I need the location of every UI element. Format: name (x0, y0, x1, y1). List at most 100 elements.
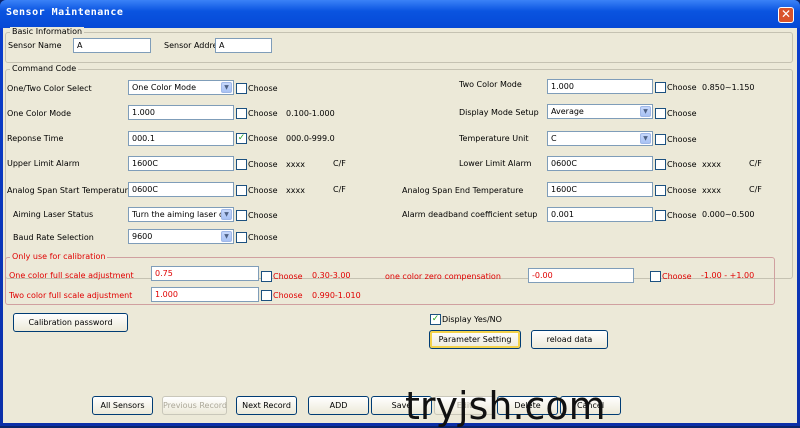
lower-limit-label: Lower Limit Alarm (459, 159, 532, 168)
response-time-label: Reponse Time (7, 134, 64, 143)
span-end-range: xxxx (702, 186, 721, 195)
baud-rate-value: 9600 (132, 232, 153, 241)
calibration-password-button[interactable]: Calibration password (13, 313, 128, 332)
one-color-label: One Color Mode (7, 109, 72, 118)
choose-label: Choose (667, 83, 697, 92)
choose-label: Choose (667, 109, 697, 118)
title-bar[interactable]: Sensor Maintenance ✕ (0, 0, 800, 28)
choose-label: Choose (667, 186, 697, 195)
display-yes-checkbox[interactable]: ✓ (430, 314, 441, 325)
two-full-scale-range: 0.990-1.010 (312, 291, 361, 300)
upper-limit-label: Upper Limit Alarm (7, 159, 80, 168)
chevron-down-icon[interactable]: ▼ (221, 209, 232, 220)
temp-unit-label: Temperature Unit (459, 134, 529, 143)
two-color-checkbox[interactable] (655, 82, 666, 93)
span-end-unit: C/F (749, 185, 762, 194)
upper-limit-input[interactable]: 1600C (128, 156, 234, 171)
response-time-input[interactable]: 000.1 (128, 131, 234, 146)
two-full-scale-checkbox[interactable] (261, 290, 272, 301)
aiming-laser-value: Turn the aiming laser of (132, 210, 227, 219)
temp-unit-value: C (551, 134, 557, 143)
deadband-checkbox[interactable] (655, 210, 666, 221)
choose-label: Choose (248, 160, 278, 169)
display-mode-dropdown[interactable]: Average ▼ (547, 104, 653, 119)
span-start-label: Analog Span Start Temperature (7, 186, 133, 195)
deadband-input[interactable]: 0.001 (547, 207, 653, 222)
one-color-range: 0.100-1.000 (286, 109, 335, 118)
choose-label: Choose (248, 233, 278, 242)
one-color-input[interactable]: 1.000 (128, 105, 234, 120)
baud-rate-dropdown[interactable]: 9600 ▼ (128, 229, 234, 244)
chevron-down-icon[interactable]: ▼ (221, 82, 232, 93)
one-full-scale-checkbox[interactable] (261, 271, 272, 282)
choose-label: Choose (662, 272, 692, 281)
sensor-address-input[interactable]: A (215, 38, 272, 53)
display-mode-value: Average (551, 107, 584, 116)
zero-comp-range: -1.00 - +1.00 (701, 271, 755, 280)
span-start-range: xxxx (286, 186, 305, 195)
zero-comp-label: one color zero compensation (385, 272, 501, 281)
span-start-input[interactable]: 0600C (128, 182, 234, 197)
chevron-down-icon[interactable]: ▼ (640, 106, 651, 117)
span-end-checkbox[interactable] (655, 185, 666, 196)
next-record-button[interactable]: Next Record (236, 396, 297, 415)
two-color-label: Two Color Mode (459, 80, 522, 89)
lower-limit-checkbox[interactable] (655, 159, 666, 170)
span-start-unit: C/F (333, 185, 346, 194)
temp-unit-checkbox[interactable] (655, 134, 666, 145)
choose-label: Choose (248, 134, 278, 143)
previous-record-button[interactable]: Previous Record (162, 396, 227, 415)
choose-label: Choose (248, 186, 278, 195)
response-time-range: 000.0-999.0 (286, 134, 335, 143)
display-mode-label: Display Mode Setup (459, 108, 539, 117)
two-color-range: 0.850~1.150 (702, 83, 755, 92)
display-mode-checkbox[interactable] (655, 108, 666, 119)
one-full-scale-range: 0.30-3.00 (312, 271, 351, 280)
lower-limit-input[interactable]: 0600C (547, 156, 653, 171)
one-full-scale-input[interactable]: 0.75 (151, 266, 259, 281)
two-full-scale-label: Two color full scale adjustment (9, 291, 133, 300)
close-button[interactable]: ✕ (778, 7, 794, 23)
zero-comp-input[interactable]: -0.00 (528, 268, 634, 283)
choose-label: Choose (273, 291, 303, 300)
lower-limit-unit: C/F (749, 159, 762, 168)
span-end-input[interactable]: 1600C (547, 182, 653, 197)
lower-limit-range: xxxx (702, 160, 721, 169)
deadband-range: 0.000~0.500 (702, 210, 755, 219)
choose-label: Choose (667, 135, 697, 144)
one-color-checkbox[interactable] (236, 108, 247, 119)
temp-unit-dropdown[interactable]: C ▼ (547, 131, 653, 146)
choose-label: Choose (248, 211, 278, 220)
aiming-laser-dropdown[interactable]: Turn the aiming laser of ▼ (128, 207, 234, 222)
two-color-input[interactable]: 1.000 (547, 79, 653, 94)
choose-label: Choose (248, 109, 278, 118)
aiming-laser-label: Aiming Laser Status (13, 210, 94, 219)
color-select-dropdown[interactable]: One Color Mode ▼ (128, 80, 234, 95)
reload-data-button[interactable]: reload data (531, 330, 608, 349)
display-yes-label: Display Yes/NO (442, 315, 502, 324)
color-select-value: One Color Mode (132, 83, 197, 92)
aiming-laser-checkbox[interactable] (236, 210, 247, 221)
choose-label: Choose (667, 211, 697, 220)
add-button[interactable]: ADD (308, 396, 369, 415)
baud-rate-checkbox[interactable] (236, 232, 247, 243)
watermark-text: tryjsh.com (405, 384, 606, 428)
command-code-title: Command Code (10, 64, 79, 73)
two-full-scale-input[interactable]: 1.000 (151, 287, 259, 302)
upper-limit-unit: C/F (333, 159, 346, 168)
main-window: Sensor Maintenance ✕ Basic Information S… (0, 0, 800, 428)
upper-limit-checkbox[interactable] (236, 159, 247, 170)
calibration-title: Only use for calibration (10, 252, 108, 261)
chevron-down-icon[interactable]: ▼ (640, 133, 651, 144)
zero-comp-checkbox[interactable] (650, 271, 661, 282)
chevron-down-icon[interactable]: ▼ (221, 231, 232, 242)
response-time-checkbox[interactable]: ✓ (236, 133, 247, 144)
all-sensors-button[interactable]: All Sensors (92, 396, 153, 415)
baud-rate-label: Baud Rate Selection (13, 233, 94, 242)
basic-info-title: Basic Information (10, 27, 85, 36)
parameter-setting-button[interactable]: Parameter Setting (429, 330, 521, 349)
span-start-checkbox[interactable] (236, 185, 247, 196)
sensor-address-label: Sensor Addre (164, 41, 218, 50)
sensor-name-input[interactable]: A (73, 38, 151, 53)
color-select-checkbox[interactable] (236, 83, 247, 94)
